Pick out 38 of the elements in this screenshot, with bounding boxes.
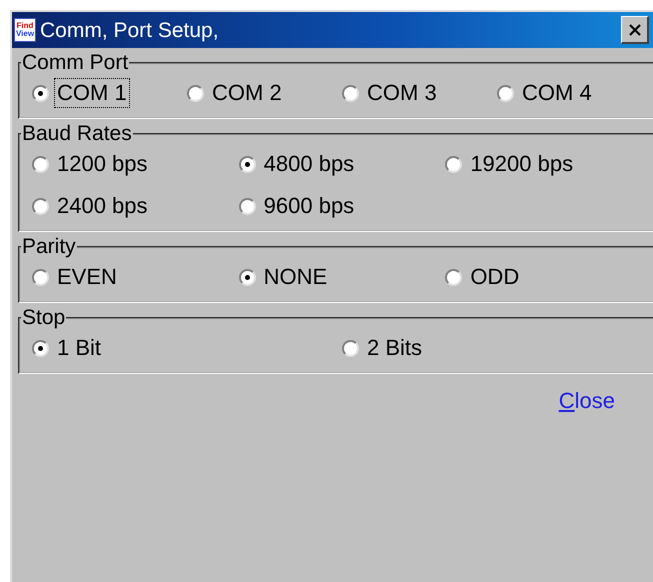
radio-button[interactable] (445, 268, 462, 286)
window-title: Comm, Port Setup, (40, 20, 219, 40)
close-button[interactable] (621, 16, 649, 44)
radio-button[interactable] (32, 156, 49, 172)
radio-label[interactable]: NONE (262, 263, 330, 291)
group-title: Stop (21, 307, 66, 328)
radio-label[interactable]: COM 1 (55, 79, 129, 107)
radio-label[interactable]: 19200 bps (468, 150, 576, 178)
radio-button[interactable] (238, 198, 256, 214)
radio-button[interactable] (32, 84, 49, 102)
radio-label[interactable]: 4800 bps (262, 150, 356, 178)
group-title: Parity (21, 236, 77, 257)
logo-text: Find (16, 22, 34, 30)
radio-label[interactable]: EVEN (55, 263, 119, 291)
radio-button[interactable] (342, 84, 359, 102)
logo-text: View (16, 30, 34, 38)
close-link[interactable]: Close (558, 390, 615, 412)
group-title: Baud Rates (21, 123, 133, 144)
radio-label[interactable]: COM 2 (210, 79, 284, 107)
radio-label[interactable]: 2 Bits (365, 334, 424, 362)
radio-label[interactable]: 9600 bps (262, 192, 356, 220)
radio-label[interactable]: 2400 bps (55, 192, 150, 220)
close-icon (628, 22, 642, 36)
radio-button[interactable] (497, 84, 514, 102)
radio-label[interactable]: ODD (468, 263, 522, 291)
radio-button[interactable] (238, 156, 256, 172)
radio-label[interactable]: 1200 bps (55, 150, 150, 178)
radio-label[interactable]: COM 4 (520, 79, 594, 107)
radio-button[interactable] (187, 84, 204, 102)
radio-label[interactable]: 1 Bit (55, 334, 104, 362)
radio-button[interactable] (32, 198, 49, 214)
radio-button[interactable] (342, 340, 359, 356)
group-title: Comm Port (21, 52, 130, 73)
radio-button[interactable] (445, 156, 462, 172)
radio-button[interactable] (238, 268, 256, 286)
radio-button[interactable] (32, 340, 49, 356)
radio-label[interactable]: COM 3 (365, 79, 439, 107)
radio-button[interactable] (32, 268, 49, 286)
